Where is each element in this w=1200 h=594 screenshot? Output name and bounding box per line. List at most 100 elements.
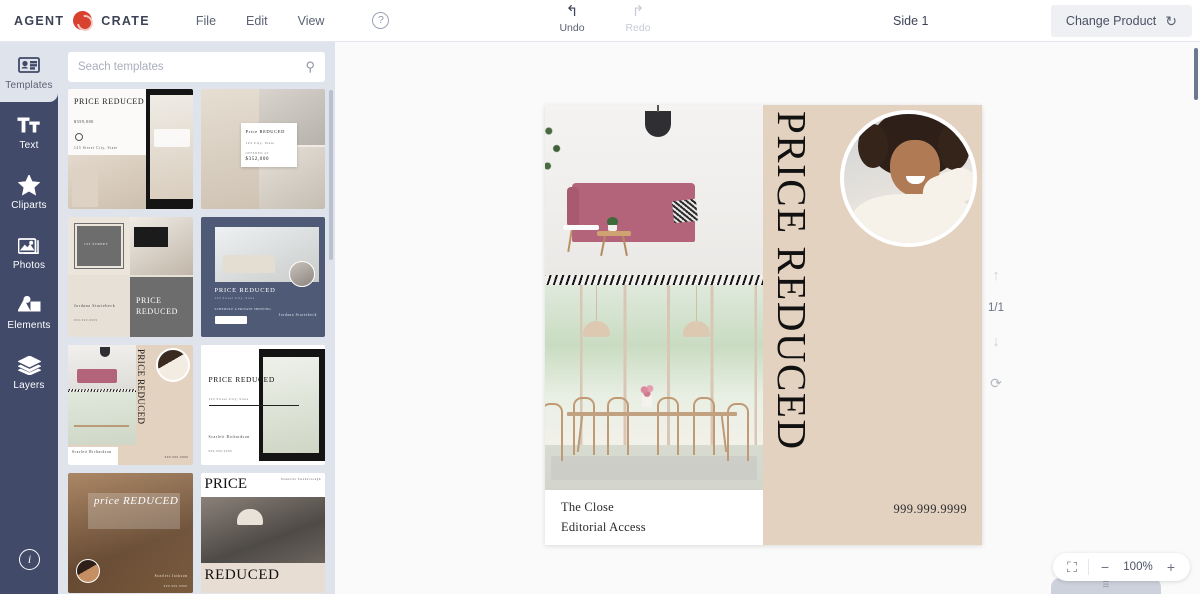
template-address: 123 Street City, State (214, 296, 255, 300)
template-agent: Jordana Sturtebeck (278, 313, 317, 317)
sidebar-item-elements[interactable]: Elements (0, 282, 58, 342)
plant-vine-decor (545, 117, 567, 187)
change-product-button[interactable]: Change Product ↻ (1050, 5, 1192, 37)
search-templates-field[interactable]: ⚲ (68, 52, 325, 82)
sidebar-label-text: Text (19, 139, 39, 151)
zoom-in-button[interactable]: + (1158, 554, 1184, 580)
template-thumbnail[interactable]: PRICE REDUCED 123 Street City, State SCH… (200, 217, 325, 337)
redo-arrow-icon: ↱ (631, 3, 645, 20)
canvas-stage: The Close Editorial Access PRICE REDUCED… (335, 42, 1200, 594)
sidebar-item-layers[interactable]: Layers (0, 342, 58, 402)
sidebar-item-photos[interactable]: Photos (0, 222, 58, 282)
sidebar-item-text[interactable]: Text (0, 102, 58, 162)
page-counter: 1/1 (988, 302, 1004, 314)
app-root: AGENT CRATE File Edit View ? ↰ Undo ↱ Re… (0, 0, 1200, 594)
dining-table-decor (567, 412, 737, 416)
template-price: $359,000 (74, 119, 94, 124)
template-thumbnail[interactable]: PRICE REDUCED $359,000 123 Street City, … (68, 89, 193, 209)
sidebar-item-cliparts[interactable]: Cliparts (0, 162, 58, 222)
chair-decor (693, 397, 715, 455)
template-title: PRICE REDUCED (208, 375, 275, 384)
caption-box[interactable]: The Close Editorial Access (545, 490, 708, 545)
search-input[interactable] (78, 61, 306, 73)
info-circle-icon[interactable]: i (19, 549, 40, 570)
zoom-level-value: 100% (1123, 561, 1153, 573)
design-canvas[interactable]: The Close Editorial Access PRICE REDUCED… (545, 105, 982, 545)
menu-bar: File Edit View ? (196, 12, 390, 29)
phone-number[interactable]: 999.999.9999 (893, 502, 967, 517)
pendant-lamp-decor (645, 105, 671, 137)
zoom-out-button[interactable]: − (1092, 554, 1118, 580)
arrow-up-icon[interactable]: ↑ (981, 260, 1011, 290)
search-icon[interactable]: ⚲ (305, 59, 315, 75)
template-price: $352,000 (245, 157, 270, 162)
caption-line-1: The Close (561, 500, 614, 514)
undo-button[interactable]: ↰ Undo (552, 3, 592, 34)
zoom-controls: ⛶ − 100% + (1053, 553, 1190, 581)
headline-price-reduced[interactable]: PRICE REDUCED (769, 111, 815, 451)
sidebar-label-templates: Templates (5, 79, 53, 91)
photo-image-icon (18, 234, 40, 257)
template-address: 123 Street City, State (208, 397, 249, 401)
templates-grid: PRICE REDUCED $359,000 123 Street City, … (58, 89, 335, 594)
templates-panel: ⚲ PRICE REDUCED $359,000 123 Street City… (58, 42, 335, 594)
avatar[interactable] (840, 110, 977, 247)
template-thumbnail[interactable]: Price REDUCED 123 City, State OFFERED AT… (200, 89, 325, 209)
template-agent: Danielle Swanborough (281, 477, 321, 481)
potted-plant-decor (607, 217, 618, 231)
template-address: 123 Street City, State (74, 146, 118, 150)
template-thumbnail[interactable]: PRICE REDUCED 123 Street City, State Sca… (200, 345, 325, 465)
template-title: PRICE REDUCED (214, 287, 276, 294)
side-table-decor (563, 225, 599, 230)
template-phone: 999.999.9999 (163, 584, 188, 588)
template-title: PRICE REDUCED (74, 97, 145, 106)
fullscreen-fit-icon[interactable]: ⛶ (1059, 554, 1085, 580)
pillow-decor (671, 198, 699, 224)
template-phone: 999.999.9999 (208, 449, 233, 453)
templates-panel-scrollbar[interactable] (329, 90, 333, 260)
avatar-sweater-decor (852, 194, 973, 243)
change-product-label: Change Product (1065, 14, 1157, 28)
divider (1088, 559, 1089, 575)
rotate-refresh-icon[interactable]: ⟳ (981, 368, 1011, 398)
template-title-bottom: REDUCED (204, 567, 280, 583)
template-thumbnail[interactable]: price REDUCED Scarlett Jackson 999.999.9… (68, 473, 193, 593)
template-address: 123 City, State (245, 141, 275, 145)
menu-item-file[interactable]: File (196, 14, 216, 28)
template-title-top: PRICE (204, 476, 248, 492)
undo-label: Undo (559, 22, 585, 34)
template-address: 123 STREET (84, 242, 109, 246)
sidebar-item-templates[interactable]: Templates (0, 42, 58, 102)
top-bar: AGENT CRATE File Edit View ? ↰ Undo ↱ Re… (0, 0, 1200, 42)
chair-decor (573, 397, 595, 455)
page-scrollbar[interactable] (1194, 48, 1198, 100)
question-mark-circle-icon[interactable]: ? (372, 12, 390, 29)
redo-label: Redo (625, 22, 651, 34)
sidebar-label-elements: Elements (7, 319, 51, 331)
brand-name-left: AGENT (14, 13, 65, 28)
layers-stack-icon (17, 354, 41, 377)
redo-button[interactable]: ↱ Redo (618, 3, 658, 34)
history-controls: ↰ Undo ↱ Redo (552, 3, 658, 34)
arrow-down-icon[interactable]: ↓ (981, 326, 1011, 356)
shapes-elements-icon (17, 294, 41, 317)
template-phone: 999.999.9999 (74, 318, 98, 322)
template-agent: Scarlett Richardson (72, 450, 112, 454)
id-card-icon (18, 54, 40, 77)
template-thumbnail[interactable]: Scarlett Richardson PRICE REDUCED 999.99… (68, 345, 193, 465)
living-room-photo (545, 105, 763, 285)
swap-circular-arrows-icon: ↻ (1165, 12, 1177, 29)
text-tt-icon (17, 114, 41, 137)
coffee-table-decor (597, 231, 631, 236)
brand-logo-group[interactable]: AGENT CRATE (14, 11, 150, 30)
page-navigation: ↑ 1/1 ↓ ⟳ (978, 260, 1014, 398)
template-thumbnail[interactable]: PRICE Danielle Swanborough REDUCED (200, 473, 325, 593)
agent-crate-logo-icon (73, 11, 93, 30)
dining-room-photo (545, 285, 763, 490)
floor-pattern-decor (545, 275, 763, 285)
template-title: Price REDUCED (245, 129, 285, 134)
menu-item-edit[interactable]: Edit (246, 14, 268, 28)
menu-item-view[interactable]: View (298, 14, 325, 28)
template-subtitle: SCHEDULE A PRIVATE SHOWING (214, 307, 272, 311)
template-thumbnail[interactable]: 123 STREET Jordana Sturtebeck 999.999.99… (68, 217, 193, 337)
